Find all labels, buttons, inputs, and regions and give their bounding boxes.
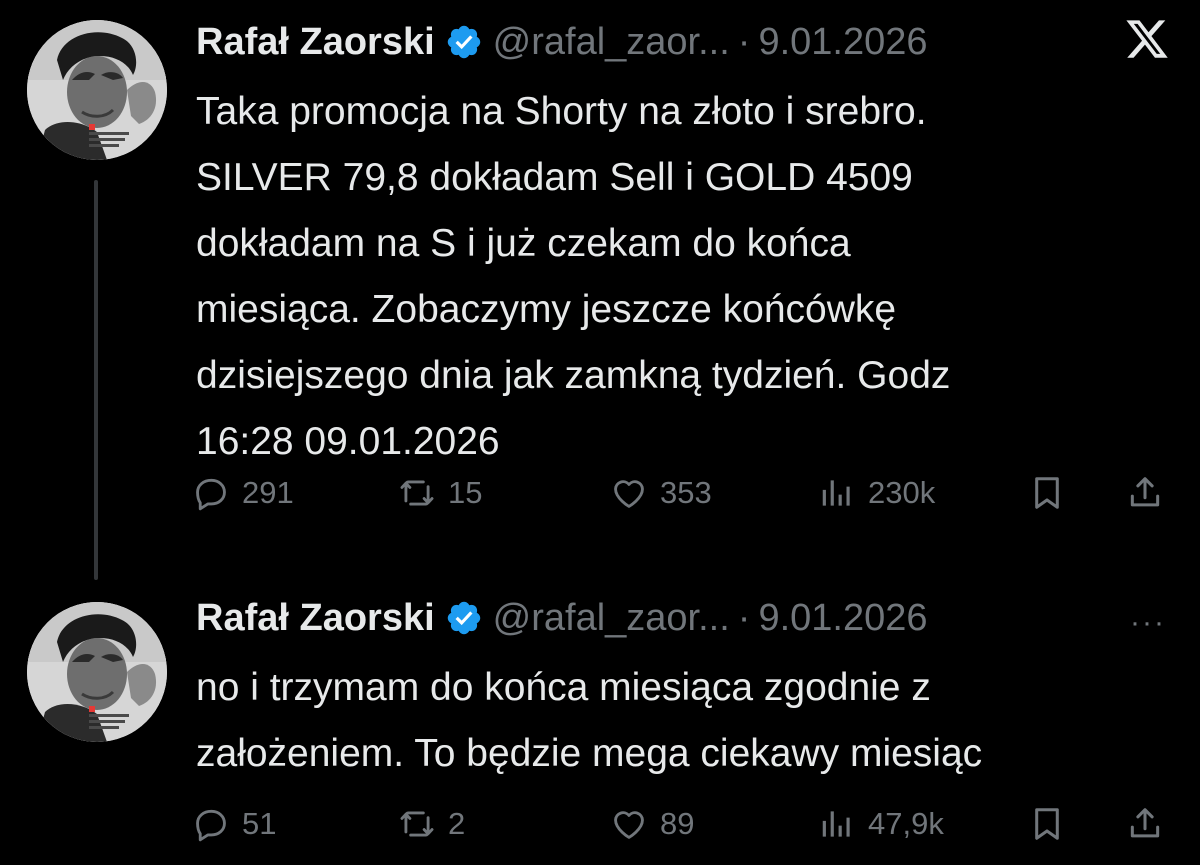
like-button[interactable]: 89 <box>610 794 694 854</box>
avatar[interactable] <box>27 20 167 160</box>
retweet-count: 2 <box>448 806 466 841</box>
tweet-text-line: dokładam na S i już czekam do końca <box>196 222 851 265</box>
views-count: 230k <box>868 475 936 510</box>
share-button[interactable] <box>1126 794 1164 854</box>
verified-badge-icon <box>445 599 483 637</box>
tweet-actions: 51 2 89 47,9k <box>192 794 1172 854</box>
retweet-icon <box>398 474 436 512</box>
share-icon <box>1126 474 1164 512</box>
retweet-button[interactable]: 15 <box>398 463 482 523</box>
x-logo-icon <box>1124 16 1170 62</box>
bookmark-button[interactable] <box>1028 794 1066 854</box>
tweet-text: Taka promocja na Shorty na złoto i srebr… <box>196 79 1176 475</box>
tweet-text-line: założeniem. To będzie mega ciekawy miesi… <box>196 732 983 775</box>
separator-dot: · <box>737 597 751 639</box>
bookmark-icon <box>1028 474 1066 512</box>
reply-button[interactable]: 291 <box>192 463 294 523</box>
share-button[interactable] <box>1126 463 1164 523</box>
views-button[interactable]: 47,9k <box>818 794 944 854</box>
retweet-count: 15 <box>448 475 483 510</box>
reply-count: 51 <box>242 806 277 841</box>
tweet-text-line: SILVER 79,8 dokładam Sell i GOLD 4509 <box>196 156 913 199</box>
tweet-header: Rafał Zaorski @rafal_zaor... · 9.01.2026 <box>196 17 928 67</box>
tweet-text-line: dzisiejszego dnia jak zamkną tydzień. Go… <box>196 354 951 397</box>
separator-dot: · <box>737 21 751 63</box>
avatar[interactable] <box>27 602 167 742</box>
retweet-icon <box>398 805 436 843</box>
like-button[interactable]: 353 <box>610 463 712 523</box>
tweet-actions: 291 15 353 230k <box>192 463 1172 523</box>
verified-badge-icon <box>445 23 483 61</box>
tweet-date[interactable]: 9.01.2026 <box>758 17 927 67</box>
views-icon <box>818 474 856 512</box>
tweet-text-line: Taka promocja na Shorty na złoto i srebr… <box>196 90 927 133</box>
reply-count: 291 <box>242 475 294 510</box>
heart-icon <box>610 474 648 512</box>
thread-connector-line <box>94 180 98 580</box>
tweet-text: no i trzymam do końca miesiąca zgodnie z… <box>196 655 1176 787</box>
share-icon <box>1126 805 1164 843</box>
heart-icon <box>610 805 648 843</box>
views-icon <box>818 805 856 843</box>
reply-icon <box>192 474 230 512</box>
like-count: 353 <box>660 475 712 510</box>
views-count: 47,9k <box>868 806 944 841</box>
like-count: 89 <box>660 806 695 841</box>
reply-button[interactable]: 51 <box>192 794 276 854</box>
tweet-date[interactable]: 9.01.2026 <box>758 593 927 643</box>
retweet-button[interactable]: 2 <box>398 794 465 854</box>
bookmark-button[interactable] <box>1028 463 1066 523</box>
author-name[interactable]: Rafał Zaorski <box>196 593 435 643</box>
tweet-text-line: no i trzymam do końca miesiąca zgodnie z <box>196 666 931 709</box>
reply-icon <box>192 805 230 843</box>
author-name[interactable]: Rafał Zaorski <box>196 17 435 67</box>
author-handle[interactable]: @rafal_zaor... <box>493 593 730 643</box>
author-handle[interactable]: @rafal_zaor... <box>493 17 730 67</box>
tweet-header: Rafał Zaorski @rafal_zaor... · 9.01.2026 <box>196 593 928 643</box>
bookmark-icon <box>1028 805 1066 843</box>
views-button[interactable]: 230k <box>818 463 935 523</box>
more-options-button[interactable]: ··· <box>1130 606 1166 640</box>
tweet-text-line: miesiąca. Zobaczymy jeszcze końcówkę <box>196 288 897 331</box>
